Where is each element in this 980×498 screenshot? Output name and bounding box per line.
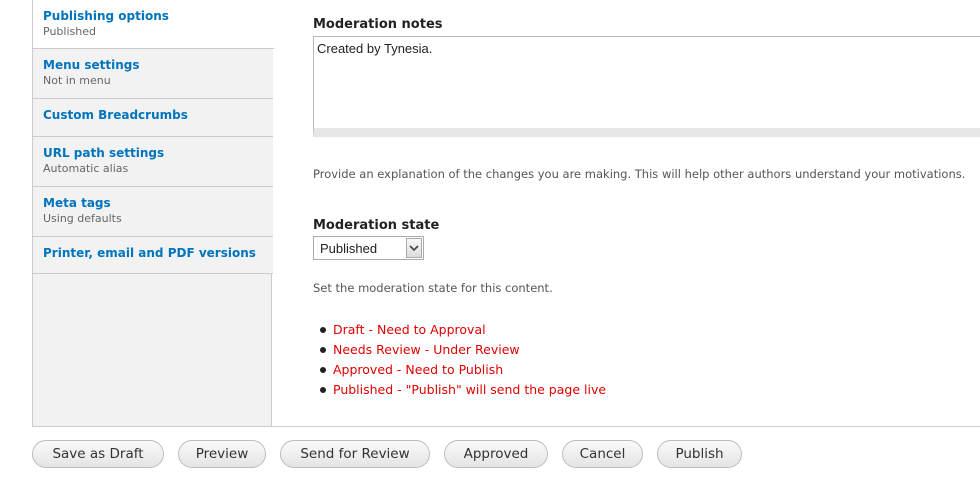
help-text: Approved - Need to Publish xyxy=(333,362,504,377)
vtab-summary: Using defaults xyxy=(43,212,122,225)
cancel-button[interactable]: Cancel xyxy=(562,440,643,468)
vtab-title[interactable]: Meta tags xyxy=(43,196,263,211)
vtab-summary: Published xyxy=(43,25,96,38)
vtab-custom-breadcrumbs[interactable]: Custom Breadcrumbs xyxy=(33,99,273,137)
publish-button[interactable]: Publish xyxy=(657,440,742,468)
vtab-url-path-settings[interactable]: URL path settings Automatic alias xyxy=(33,137,273,187)
vtab-summary: Automatic alias xyxy=(43,162,129,175)
bullet-icon xyxy=(320,347,326,353)
vtab-menu-settings[interactable]: Menu settings Not in menu xyxy=(33,49,273,99)
vtab-title[interactable]: Publishing options xyxy=(43,9,264,24)
moderation-state-description: Set the moderation state for this conten… xyxy=(313,281,553,295)
vtab-title[interactable]: Custom Breadcrumbs xyxy=(43,108,263,123)
divider xyxy=(32,426,980,427)
chevron-down-icon[interactable] xyxy=(406,238,422,258)
moderation-state-value: Published xyxy=(320,241,378,256)
vertical-tabs: Publishing options Published Menu settin… xyxy=(32,0,274,426)
list-item: Approved - Need to Publish xyxy=(313,360,606,380)
vtab-publishing-options[interactable]: Publishing options Published xyxy=(33,0,274,49)
vtab-title[interactable]: Printer, email and PDF versions xyxy=(43,246,263,261)
vtab-title[interactable]: Menu settings xyxy=(43,58,263,73)
approved-button[interactable]: Approved xyxy=(444,440,548,468)
bullet-icon xyxy=(320,327,326,333)
list-item: Published - "Publish" will send the page… xyxy=(313,380,606,400)
vtab-summary: Not in menu xyxy=(43,74,111,87)
vtab-title[interactable]: URL path settings xyxy=(43,146,263,161)
moderation-notes-label: Moderation notes xyxy=(313,17,443,32)
list-item: Needs Review - Under Review xyxy=(313,340,606,360)
preview-button[interactable]: Preview xyxy=(178,440,266,468)
moderation-notes-textarea[interactable]: Created by Tynesia. xyxy=(313,36,980,137)
bullet-icon xyxy=(320,387,326,393)
save-as-draft-button[interactable]: Save as Draft xyxy=(32,440,164,468)
vtab-printer-email-pdf[interactable]: Printer, email and PDF versions xyxy=(33,237,273,274)
moderation-state-help-list: Draft - Need to Approval Needs Review - … xyxy=(313,320,606,400)
help-text: Draft - Need to Approval xyxy=(333,322,486,337)
moderation-state-select[interactable]: Published xyxy=(313,236,424,260)
list-item: Draft - Need to Approval xyxy=(313,320,606,340)
vtab-meta-tags[interactable]: Meta tags Using defaults xyxy=(33,187,273,237)
moderation-state-label: Moderation state xyxy=(313,218,440,233)
moderation-notes-description: Provide an explanation of the changes yo… xyxy=(313,167,966,181)
bullet-icon xyxy=(320,367,326,373)
help-text: Published - "Publish" will send the page… xyxy=(333,382,607,397)
help-text: Needs Review - Under Review xyxy=(333,342,520,357)
send-for-review-button[interactable]: Send for Review xyxy=(280,440,430,468)
